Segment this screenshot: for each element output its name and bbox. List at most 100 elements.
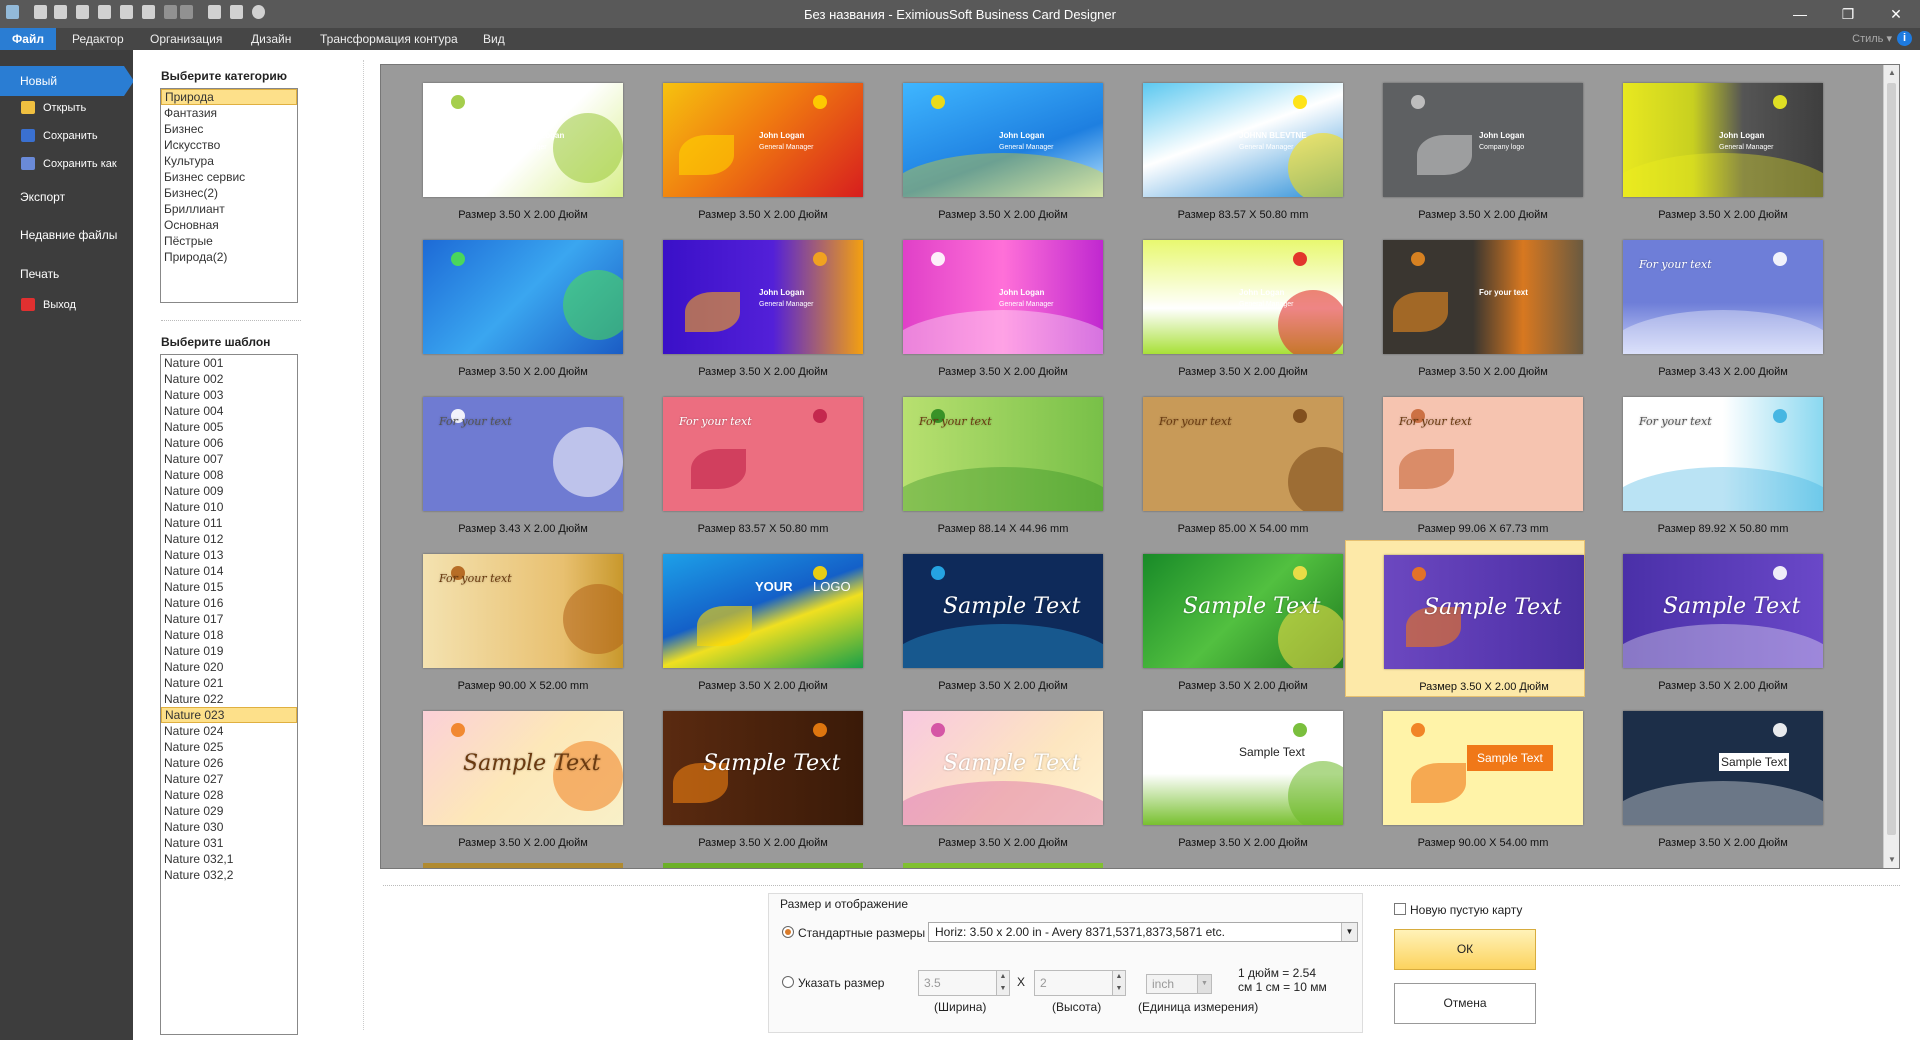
template-card[interactable]: John Logan Manager Размер 3.50 X 2.00 Дюйм	[385, 69, 625, 226]
template-card[interactable]: JOHNN BLEVTNE General Manager Размер 83.57…	[1105, 69, 1345, 226]
template-item[interactable]: Nature 011	[161, 515, 297, 531]
template-item[interactable]: Nature 009	[161, 483, 297, 499]
template-card[interactable]: John Logan General Manager Размер 3.50 X 2…	[625, 226, 865, 383]
info-icon[interactable]: i	[1897, 31, 1912, 46]
template-item[interactable]: Nature 025	[161, 739, 297, 755]
category-item[interactable]: Природа(2)	[161, 249, 297, 265]
sidebar-item-export[interactable]: Экспорт	[0, 182, 133, 212]
height-down-icon[interactable]: ▼	[1112, 983, 1125, 995]
template-card[interactable]: John Logan General Manager Размер 3.50 X 2…	[865, 226, 1105, 383]
tab-file[interactable]: Файл	[0, 28, 56, 50]
tab-arrange[interactable]: Организация	[140, 28, 232, 50]
template-item[interactable]: Nature 026	[161, 755, 297, 771]
template-item[interactable]: Nature 027	[161, 771, 297, 787]
scrollbar-thumb[interactable]	[1887, 83, 1896, 835]
tab-design[interactable]: Дизайн	[241, 28, 301, 50]
width-stepper[interactable]: 3.5 ▲ ▼	[918, 970, 1010, 996]
standard-size-radio[interactable]	[782, 926, 794, 938]
minimize-button[interactable]: —	[1780, 3, 1820, 25]
template-card[interactable]: Sample Text Размер 3.50 X 2.00 Дюйм	[1585, 697, 1825, 854]
template-item[interactable]: Nature 030	[161, 819, 297, 835]
unit-select[interactable]: inch ▼	[1146, 974, 1212, 994]
category-item[interactable]: Фантазия	[161, 105, 297, 121]
custom-size-radio[interactable]	[782, 976, 794, 988]
sidebar-item-save[interactable]: Сохранить	[0, 123, 133, 149]
template-card[interactable]: Sample Text Размер 3.50 X 2.00 Дюйм	[1345, 540, 1585, 697]
template-card[interactable]: For your text Размер 3.50 X 2.00 Дюйм	[1345, 226, 1585, 383]
category-list[interactable]: Природа Фантазия Бизнес Искусство Культура Би…	[160, 88, 298, 303]
template-card[interactable]: Sample Text Размер 90.00 X 54.00 mm	[1345, 697, 1585, 854]
tab-path-transform[interactable]: Трансформация контура	[310, 28, 468, 50]
template-item[interactable]: Nature 022	[161, 691, 297, 707]
template-card[interactable]: Размер 3.50 X 2.00 Дюйм	[385, 226, 625, 383]
template-card[interactable]: For your text Размер 3.43 X 2.00 Дюйм	[1585, 226, 1825, 383]
template-card[interactable]: Sample Text Размер 3.50 X 2.00 Дюйм	[1105, 697, 1345, 854]
template-item[interactable]: Nature 002	[161, 371, 297, 387]
template-item[interactable]: Nature 016	[161, 595, 297, 611]
style-menu[interactable]: Стиль ▾	[1852, 32, 1892, 45]
template-item[interactable]: Nature 007	[161, 451, 297, 467]
scroll-down-icon[interactable]: ▼	[1884, 852, 1899, 868]
template-item[interactable]: Nature 032,2	[161, 867, 297, 883]
template-card[interactable]: Sample Text Размер 3.50 X 2.00 Дюйм	[1105, 540, 1345, 697]
template-item[interactable]: Nature 004	[161, 403, 297, 419]
template-card[interactable]: For your text Размер 3.43 X 2.00 Дюйм	[385, 383, 625, 540]
sidebar-item-exit[interactable]: Выход	[0, 292, 133, 318]
template-card[interactable]: For your text Размер 88.14 X 44.96 mm	[865, 383, 1105, 540]
cancel-button[interactable]: Отмена	[1394, 983, 1536, 1024]
template-item[interactable]: Nature 001	[161, 355, 297, 371]
close-button[interactable]: ✕	[1876, 3, 1916, 25]
sidebar-item-recent[interactable]: Недавние файлы	[0, 220, 133, 250]
template-card[interactable]: For your text Размер 90.00 X 52.00 mm	[385, 540, 625, 697]
template-card[interactable]: John Logan General Manager Размер 3.50 X 2…	[1105, 226, 1345, 383]
category-item[interactable]: Культура	[161, 153, 297, 169]
category-item[interactable]: Бриллиант	[161, 201, 297, 217]
template-card[interactable]: Sample Text Размер 3.50 X 2.00 Дюйм	[625, 697, 865, 854]
template-item[interactable]: Nature 024	[161, 723, 297, 739]
category-item[interactable]: Бизнес	[161, 121, 297, 137]
template-item[interactable]: Nature 003	[161, 387, 297, 403]
template-item[interactable]: Nature 020	[161, 659, 297, 675]
unit-chevron-icon[interactable]: ▼	[1197, 975, 1211, 993]
template-item[interactable]: Nature 012	[161, 531, 297, 547]
category-item[interactable]: Искусство	[161, 137, 297, 153]
preset-size-select[interactable]: Horiz: 3.50 x 2.00 in - Avery 8371,5371,…	[928, 922, 1358, 942]
sidebar-item-save-as[interactable]: Сохранить как	[0, 151, 133, 177]
template-card[interactable]: John Logan General Manager Размер 3.50 X 2…	[1585, 69, 1825, 226]
height-stepper[interactable]: 2 ▲ ▼	[1034, 970, 1126, 996]
template-item[interactable]: Nature 019	[161, 643, 297, 659]
template-item[interactable]: Nature 005	[161, 419, 297, 435]
maximize-button[interactable]: ❐	[1828, 3, 1868, 25]
template-card[interactable]: John Logan General Manager Размер 3.50 X 2…	[625, 69, 865, 226]
template-item[interactable]: Nature 023	[161, 707, 297, 723]
tab-editor[interactable]: Редактор	[62, 28, 134, 50]
template-item[interactable]: Nature 028	[161, 787, 297, 803]
chevron-down-icon[interactable]: ▼	[1341, 923, 1357, 941]
template-item[interactable]: Nature 013	[161, 547, 297, 563]
template-item[interactable]: Nature 010	[161, 499, 297, 515]
category-item[interactable]: Пёстрые	[161, 233, 297, 249]
gallery-scrollbar[interactable]: ▲ ▼	[1883, 65, 1899, 868]
template-card[interactable]: For your text Размер 85.00 X 54.00 mm	[1105, 383, 1345, 540]
template-item[interactable]: Nature 017	[161, 611, 297, 627]
template-card[interactable]: Sample Text Размер 3.50 X 2.00 Дюйм	[385, 697, 625, 854]
blank-card-checkbox[interactable]	[1394, 903, 1406, 915]
width-up-icon[interactable]: ▲	[996, 971, 1009, 983]
template-card[interactable]: John Logan General Manager Размер 3.50 X 2…	[865, 69, 1105, 226]
template-item[interactable]: Nature 008	[161, 467, 297, 483]
template-card[interactable]: Sample Text Размер 3.50 X 2.00 Дюйм	[865, 697, 1105, 854]
template-card[interactable]: Sample Text Размер 3.50 X 2.00 Дюйм	[1585, 540, 1825, 697]
sidebar-item-open[interactable]: Открыть	[0, 95, 133, 121]
template-card[interactable]: Sample Text Размер 3.50 X 2.00 Дюйм	[865, 540, 1105, 697]
template-item[interactable]: Nature 014	[161, 563, 297, 579]
scroll-up-icon[interactable]: ▲	[1884, 65, 1899, 81]
ok-button[interactable]: ОК	[1394, 929, 1536, 970]
template-list[interactable]: Nature 001 Nature 002 Nature 003 Nature 004…	[160, 354, 298, 1035]
template-item[interactable]: Nature 018	[161, 627, 297, 643]
template-item[interactable]: Nature 029	[161, 803, 297, 819]
template-card[interactable]: John Logan Company logo Размер 3.50 X 2.00…	[1345, 69, 1585, 226]
template-card[interactable]: For your text Размер 89.92 X 50.80 mm	[1585, 383, 1825, 540]
template-item[interactable]: Nature 015	[161, 579, 297, 595]
template-item[interactable]: Nature 006	[161, 435, 297, 451]
sidebar-item-new[interactable]: Новый	[0, 66, 124, 96]
